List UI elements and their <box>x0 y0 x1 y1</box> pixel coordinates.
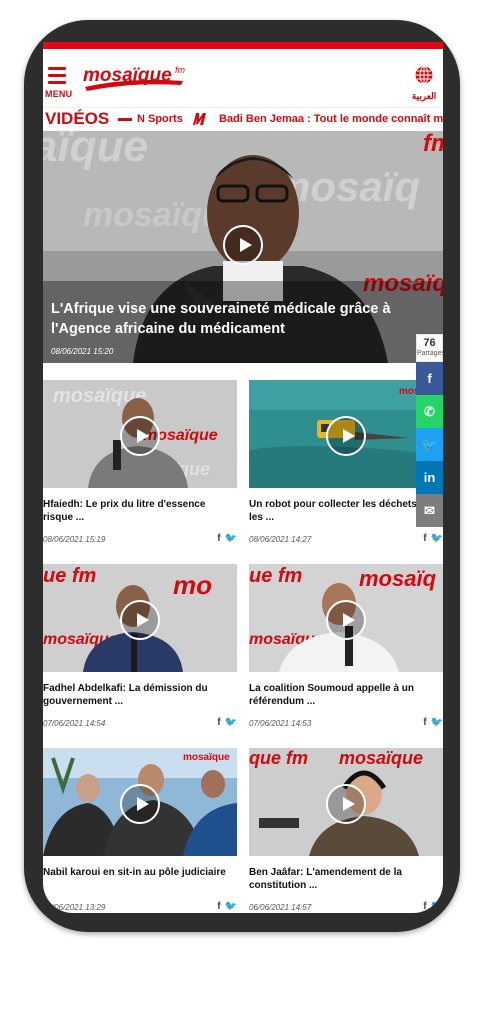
section-title: VIDÉOS <box>45 109 110 128</box>
video-card[interactable]: mosaïque Un robot pour collecter les déc… <box>249 380 443 550</box>
mosaique-fm-logo[interactable]: mosaïque fm <box>81 61 191 95</box>
logo-suffix: fm <box>175 65 186 75</box>
top-red-bar <box>43 42 443 49</box>
share-links: f 🐦 <box>217 533 237 544</box>
svg-text:mo: mo <box>173 570 212 600</box>
twitter-icon[interactable]: 🐦 <box>431 717 443 728</box>
share-links: f 🐦 <box>217 717 237 728</box>
video-title[interactable]: Fadhel Abdelkafi: La démission du gouver… <box>43 682 237 708</box>
share-count: 76 <box>423 337 436 349</box>
linkedin-icon: in <box>423 470 436 485</box>
video-card[interactable]: mosaïque mosaïque aïque Hfaiedh: Le prix… <box>43 380 237 550</box>
play-icon[interactable] <box>326 600 366 640</box>
share-twitter-button[interactable]: 🐦 <box>416 428 443 461</box>
share-count-label: Partages <box>417 350 443 357</box>
video-date: 07/06/2021 14:54 <box>43 719 106 728</box>
play-icon[interactable] <box>223 225 263 265</box>
globe-icon <box>415 66 433 84</box>
share-email-button[interactable]: ✉ <box>416 494 443 527</box>
facebook-icon[interactable]: f <box>217 717 220 728</box>
twitter-icon: 🐦 <box>421 436 438 452</box>
arabic-label: العربية <box>411 91 437 101</box>
site-header: MENU mosaïque fm العربية <box>43 49 443 107</box>
play-icon[interactable] <box>326 416 366 456</box>
share-facebook-button[interactable]: f <box>416 362 443 395</box>
news-ticker: VIDÉOS N Sports Badi Ben Jemaa : Tout le… <box>43 107 443 130</box>
video-title[interactable]: Nabil karoui en sit-in au pôle judiciair… <box>43 866 237 879</box>
share-links: f 🐦 <box>423 717 443 728</box>
twitter-icon[interactable]: 🐦 <box>225 901 237 912</box>
svg-text:mosaïq: mosaïq <box>359 566 437 591</box>
facebook-icon[interactable]: f <box>423 533 426 544</box>
play-icon[interactable] <box>120 784 160 824</box>
whatsapp-icon: ✆ <box>424 403 435 419</box>
ticker-item[interactable]: Badi Ben Jemaa : Tout le monde connaît m… <box>219 108 443 130</box>
video-title[interactable]: Ben Jaâfar: L'amendement de la constitut… <box>249 866 443 892</box>
video-card[interactable]: que fm mosaïque Ben Jaâfar: L'amendement… <box>249 748 443 913</box>
email-icon: ✉ <box>424 502 435 518</box>
featured-video[interactable]: aïque mosaïq mosaïque mosaïq fm L'Afriqu… <box>43 131 443 363</box>
share-sidebar: 76 Partages f ✆ 🐦 in ✉ <box>416 334 443 527</box>
video-date: 08/06/2021 15:19 <box>43 535 106 544</box>
svg-text:aïque: aïque <box>43 131 148 171</box>
video-date: 06/06/2021 14:57 <box>249 903 312 912</box>
twitter-icon[interactable]: 🐦 <box>225 533 237 544</box>
share-links: f 🐦 <box>217 901 237 912</box>
svg-text:ue fm: ue fm <box>249 565 302 587</box>
menu-label: MENU <box>45 89 73 99</box>
svg-text:ue fm: ue fm <box>43 565 96 587</box>
facebook-icon[interactable]: f <box>423 717 426 728</box>
video-card[interactable]: ue fm mosaïq mosaïque La coalition Soumo… <box>249 564 443 734</box>
video-date: 07/06/2021 14:53 <box>249 719 312 728</box>
ticker-item[interactable]: N Sports <box>137 108 183 130</box>
share-counter: 76 Partages <box>416 334 443 362</box>
share-whatsapp-button[interactable]: ✆ <box>416 395 443 428</box>
twitter-icon[interactable]: 🐦 <box>431 533 443 544</box>
video-title[interactable]: Un robot pour collecter les déchets dans… <box>249 498 443 524</box>
share-links: f 🐦 <box>423 901 443 912</box>
arabic-language-button[interactable]: العربية <box>407 65 441 105</box>
share-linkedin-button[interactable]: in <box>416 461 443 494</box>
svg-text:que fm: que fm <box>249 748 308 768</box>
svg-text:fm: fm <box>423 131 443 157</box>
hamburger-icon <box>45 67 75 84</box>
svg-text:mosaïque: mosaïque <box>183 752 230 763</box>
video-title[interactable]: Hfaiedh: Le prix du litre d'essence risq… <box>43 498 237 524</box>
video-card[interactable]: ue fm mo mosaïque Fadhel Abdelkafi: La d… <box>43 564 237 734</box>
featured-video-date: 08/06/2021 15:20 <box>51 347 114 356</box>
play-icon[interactable] <box>326 784 366 824</box>
video-title[interactable]: La coalition Soumoud appelle à un référe… <box>249 682 443 708</box>
mosaique-m-icon <box>193 113 206 125</box>
featured-video-title[interactable]: L'Afrique vise une souveraineté médicale… <box>51 299 435 339</box>
svg-text:mosaïque: mosaïque <box>339 748 423 768</box>
play-icon[interactable] <box>120 600 160 640</box>
facebook-icon[interactable]: f <box>217 901 220 912</box>
twitter-icon[interactable]: 🐦 <box>225 717 237 728</box>
ticker-separator <box>118 118 132 121</box>
menu-button[interactable]: MENU <box>45 67 75 101</box>
twitter-icon[interactable]: 🐦 <box>431 901 443 912</box>
facebook-icon[interactable]: f <box>217 533 220 544</box>
browser-viewport: MENU mosaïque fm العربية VIDÉOS N Sports… <box>43 42 443 913</box>
video-date: 07/06/2021 13:29 <box>43 903 106 912</box>
facebook-icon[interactable]: f <box>423 901 426 912</box>
logo-text: mosaïque <box>83 65 172 86</box>
play-icon[interactable] <box>120 416 160 456</box>
video-card[interactable]: mosaïque Nabil karoui en sit-in au pôle … <box>43 748 237 913</box>
video-date: 08/06/2021 14:27 <box>249 535 312 544</box>
facebook-icon: f <box>427 371 432 386</box>
share-links: f 🐦 <box>423 533 443 544</box>
